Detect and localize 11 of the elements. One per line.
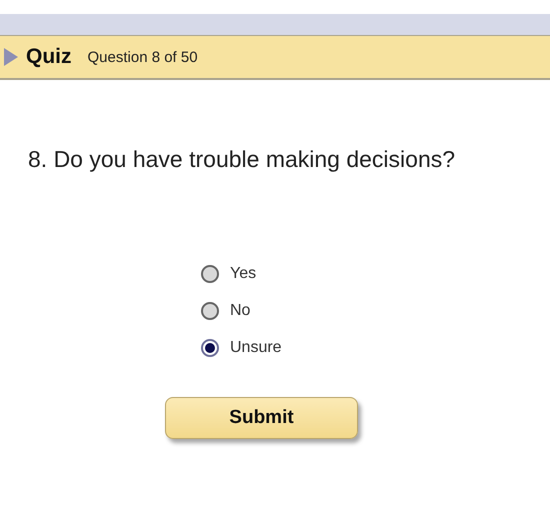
option-label[interactable]: Unsure [230, 339, 282, 357]
submit-button[interactable]: Submit [165, 397, 358, 439]
option-label[interactable]: Yes [230, 265, 256, 283]
question-text: 8. Do you have trouble making decisions? [28, 146, 456, 173]
radio-button[interactable] [201, 339, 219, 357]
radio-button[interactable] [201, 302, 219, 320]
triangle-icon [4, 48, 18, 66]
option-label[interactable]: No [230, 302, 250, 320]
quiz-title: Quiz [26, 45, 72, 69]
radio-button[interactable] [201, 265, 219, 283]
question-counter: Question 8 of 50 [88, 48, 198, 66]
